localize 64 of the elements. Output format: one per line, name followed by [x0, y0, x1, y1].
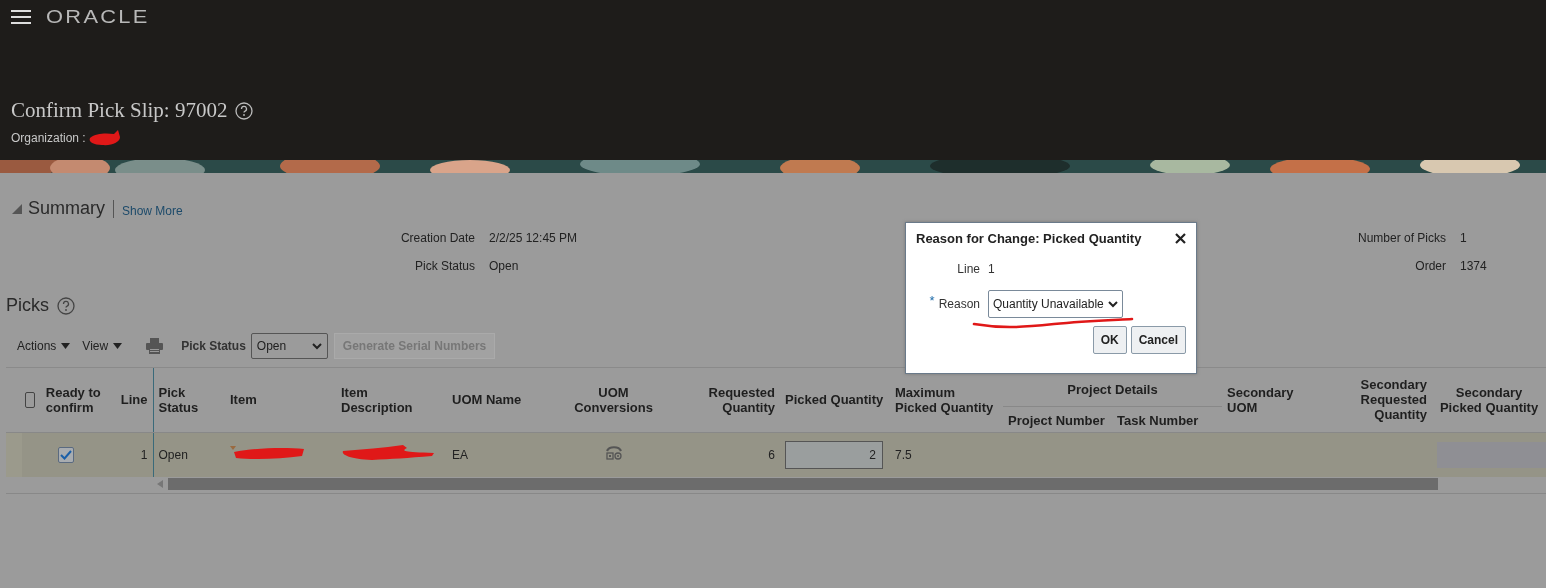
view-menu[interactable]: View — [82, 339, 123, 353]
table-row[interactable]: 1 Open EA 6 2 7.5 — [6, 432, 1546, 477]
field-value: 2/2/25 12:45 PM — [489, 231, 579, 245]
table-cell: 1 — [140, 447, 148, 462]
field-value: Open — [489, 259, 520, 273]
field-value: 1374 — [1460, 259, 1488, 273]
cancel-button[interactable]: Cancel — [1130, 326, 1186, 354]
organization-label: Organization : — [11, 131, 86, 145]
table-cell: Open — [158, 447, 188, 462]
field-label: Order — [1414, 259, 1446, 273]
show-more-link[interactable]: Show More — [122, 203, 183, 218]
column-header[interactable]: Pick Status — [158, 384, 220, 415]
oracle-logo: ORACLE — [46, 6, 150, 28]
field-value: 1 — [988, 262, 996, 276]
required-asterisk: * — [929, 293, 935, 310]
column-header[interactable]: Item — [230, 392, 331, 408]
column-header[interactable]: Requested Quantity — [672, 384, 775, 415]
field-label: Pick Status — [413, 259, 475, 273]
pick-status-label: Pick Status — [181, 339, 246, 353]
scroll-left-icon[interactable] — [157, 479, 163, 488]
column-header[interactable]: Item Description — [341, 384, 442, 415]
column-header[interactable]: Secondary Requested Quantity — [1337, 377, 1427, 423]
column-header[interactable]: UOM Conversions — [565, 384, 662, 415]
conversion-icon[interactable] — [605, 445, 622, 461]
field-label: Number of Picks — [1357, 231, 1446, 245]
help-icon[interactable] — [235, 101, 254, 120]
table-cell: 7.5 — [895, 447, 912, 462]
column-header[interactable]: Secondary Picked Quantity — [1437, 384, 1541, 415]
field-label: Line — [956, 262, 980, 276]
chevron-down-icon — [311, 342, 322, 350]
table-cell: 6 — [768, 447, 775, 462]
column-header[interactable]: Project Number — [1008, 412, 1105, 428]
column-header[interactable]: Picked Quantity — [785, 392, 885, 408]
column-group-header: Project Details — [1066, 382, 1159, 398]
table-cell: EA — [452, 447, 468, 462]
column-header[interactable]: Maximum Picked Quantity — [895, 384, 998, 415]
chevron-down-icon — [1108, 300, 1118, 308]
redaction-mark — [87, 130, 122, 146]
pick-status-select[interactable]: Open — [250, 333, 328, 359]
column-header[interactable]: Secondary UOM — [1227, 384, 1327, 415]
field-value: 1 — [1460, 231, 1468, 245]
column-header[interactable]: Task Number — [1117, 412, 1199, 428]
select-all-checkbox[interactable] — [25, 391, 35, 408]
section-title: Summary — [28, 198, 105, 219]
actions-menu[interactable]: Actions — [17, 339, 71, 353]
column-header[interactable]: UOM Name — [452, 392, 555, 408]
section-title: Picks — [6, 295, 49, 316]
dialog-title: Reason for Change: Picked Quantity — [916, 231, 1142, 246]
page-title: Confirm Pick Slip: 97002 — [11, 98, 228, 123]
column-header[interactable]: Line — [115, 392, 148, 408]
ok-button[interactable]: OK — [1092, 326, 1127, 354]
caret-icon — [61, 343, 71, 349]
ready-checkbox[interactable] — [58, 446, 74, 463]
column-header[interactable]: Ready to confirm — [45, 384, 105, 415]
horizontal-scrollbar[interactable] — [168, 477, 1438, 490]
print-icon[interactable] — [146, 338, 164, 354]
caret-icon — [113, 343, 123, 349]
close-icon[interactable] — [1175, 233, 1186, 244]
picked-quantity-field[interactable]: 2 — [785, 440, 883, 469]
collapse-triangle-icon[interactable] — [12, 203, 22, 214]
field-label: Reason — [938, 297, 980, 311]
field-label: Creation Date — [399, 231, 475, 245]
reason-select[interactable]: Quantity Unavailable — [988, 290, 1123, 318]
menu-icon[interactable] — [11, 9, 31, 25]
